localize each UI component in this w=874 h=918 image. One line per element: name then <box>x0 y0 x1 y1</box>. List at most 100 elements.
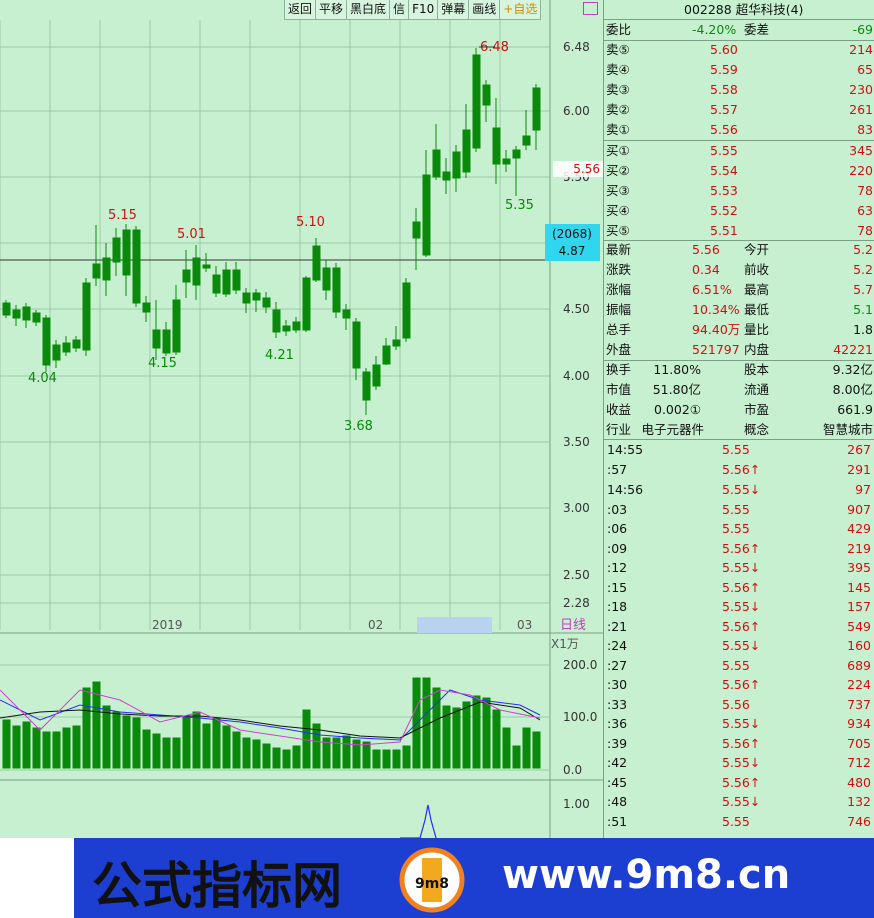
volume-bar <box>402 745 411 769</box>
toolbar-button-1[interactable]: 平移 <box>315 0 348 20</box>
tick-time: :36 <box>607 716 628 731</box>
crosshair-value: 4.87 <box>559 244 586 258</box>
candle-body <box>282 325 291 332</box>
bid-row: 买⑤ 5.51 78 <box>604 221 874 241</box>
candle-body <box>212 274 221 294</box>
kline-chart[interactable]: 6.486.005.505.004.504.003.503.002.502.28… <box>0 0 603 838</box>
toolbar-button-4[interactable]: F10 <box>408 0 439 20</box>
tick-row: :48 5.55↓ 132 <box>604 792 874 812</box>
tick-row: :33 5.56 737 <box>604 695 874 715</box>
ask-price: 5.59 <box>710 62 738 77</box>
stat-value: 5.2 <box>853 262 873 277</box>
volume-bar <box>502 727 511 769</box>
candle-body <box>52 344 61 361</box>
stat-value: 5.1 <box>853 302 873 317</box>
tick-time: :24 <box>607 638 628 653</box>
ask-label: 卖① <box>606 122 630 137</box>
tick-time: :51 <box>607 813 628 829</box>
bid-row: 买① 5.55 345 <box>604 141 874 161</box>
volume-bar <box>452 707 461 769</box>
tick-volume: 132 <box>847 794 871 809</box>
tick-price: 5.56 <box>722 696 750 712</box>
tick-time: :21 <box>607 618 628 634</box>
tick-time: :48 <box>607 794 628 809</box>
candle-body <box>332 267 341 313</box>
volume-bar <box>142 729 151 769</box>
candle-body <box>532 87 541 131</box>
bid-price: 5.54 <box>710 163 738 178</box>
stat-label: 前收 <box>744 262 770 277</box>
candle-body <box>2 302 11 316</box>
candle-body <box>22 306 31 321</box>
price-annotation: 5.10 <box>296 215 325 230</box>
fundamental-row: 市值 51.80亿 流通 8.00亿 <box>604 380 874 400</box>
fund-value: 51.80亿 <box>652 382 701 397</box>
volume-bar <box>242 737 251 769</box>
volume-bar <box>392 749 401 769</box>
candle-body <box>372 364 381 387</box>
candle-body <box>182 269 191 283</box>
fund-value: 8.00亿 <box>832 382 873 397</box>
volume-bar <box>12 725 21 769</box>
volume-bar <box>42 731 51 769</box>
stat-value: 521797 <box>692 342 740 357</box>
toolbar-button-2[interactable]: 黑白底 <box>346 0 391 20</box>
fundamental-row: 收益 0.002① 市盈 661.9 <box>604 400 874 420</box>
volume-bar <box>82 687 91 769</box>
tick-price: 5.55 <box>722 813 750 829</box>
tick-row: :06 5.55 429 <box>604 519 874 539</box>
price-axis-label: 2.28 <box>563 596 590 610</box>
stat-label: 涨跌 <box>606 262 632 277</box>
price-axis-label: 6.00 <box>563 104 590 118</box>
ask-volume: 261 <box>849 102 873 117</box>
tick-time: :03 <box>607 501 628 517</box>
stat-row: 最新 5.56 今开 5.2 <box>604 240 874 260</box>
stat-row: 外盘 521797 内盘 42221 <box>604 340 874 360</box>
price-axis-label: 6.48 <box>563 40 590 54</box>
tick-row: :12 5.55↓ 395 <box>604 558 874 578</box>
tick-volume: 224 <box>847 677 871 692</box>
volume-bar <box>372 749 381 769</box>
tick-time: 14:55 <box>607 442 644 457</box>
tick-row: :36 5.55↓ 934 <box>604 714 874 734</box>
ask-volume: 83 <box>857 122 873 137</box>
candle-body <box>472 54 481 149</box>
fund-label: 市值 <box>606 382 632 397</box>
toolbar-button-6[interactable]: 画线 <box>468 0 501 20</box>
fundamental-row: 行业 电子元器件 概念 智慧城市 <box>604 420 874 440</box>
tick-time: :57 <box>607 461 628 477</box>
toolbar-button-7[interactable]: +自选 <box>499 0 542 20</box>
tick-price: 5.56↑ <box>722 677 761 692</box>
stat-label: 内盘 <box>744 342 770 357</box>
window-toggle-icon[interactable] <box>583 2 598 15</box>
tick-price: 5.56↑ <box>722 579 761 595</box>
tick-price: 5.56↑ <box>722 774 761 790</box>
ask-volume: 65 <box>857 62 873 77</box>
stat-label: 今开 <box>744 242 770 257</box>
toolbar-button-0[interactable]: 返回 <box>284 0 317 20</box>
tick-price: 5.55↓ <box>722 794 761 809</box>
toolbar-button-5[interactable]: 弹幕 <box>437 0 470 20</box>
kline-chart-svg[interactable]: 6.486.005.505.004.504.003.503.002.502.28… <box>0 0 603 838</box>
candle-body <box>342 309 351 319</box>
tick-volume: 291 <box>847 461 871 477</box>
candle-body <box>392 339 401 347</box>
price-axis-label: 3.50 <box>563 435 590 449</box>
tick-volume: 267 <box>847 442 871 457</box>
volume-bar <box>522 727 531 769</box>
candle-body <box>112 237 121 263</box>
fund-value: 0.002① <box>654 402 701 417</box>
stat-label: 振幅 <box>606 302 632 317</box>
stat-value: 5.56 <box>692 242 720 257</box>
toolbar-button-3[interactable]: 信 <box>389 0 410 20</box>
candle-body <box>272 309 281 333</box>
ask-label: 卖④ <box>606 62 630 77</box>
bid-volume: 78 <box>857 223 873 238</box>
ask-price: 5.58 <box>710 82 738 97</box>
tick-row: :15 5.56↑ 145 <box>604 578 874 598</box>
tick-time: :12 <box>607 560 628 575</box>
volume-bar <box>182 715 191 769</box>
candle-body <box>92 263 101 279</box>
stat-label: 最低 <box>744 302 770 317</box>
volume-bar <box>172 737 181 769</box>
